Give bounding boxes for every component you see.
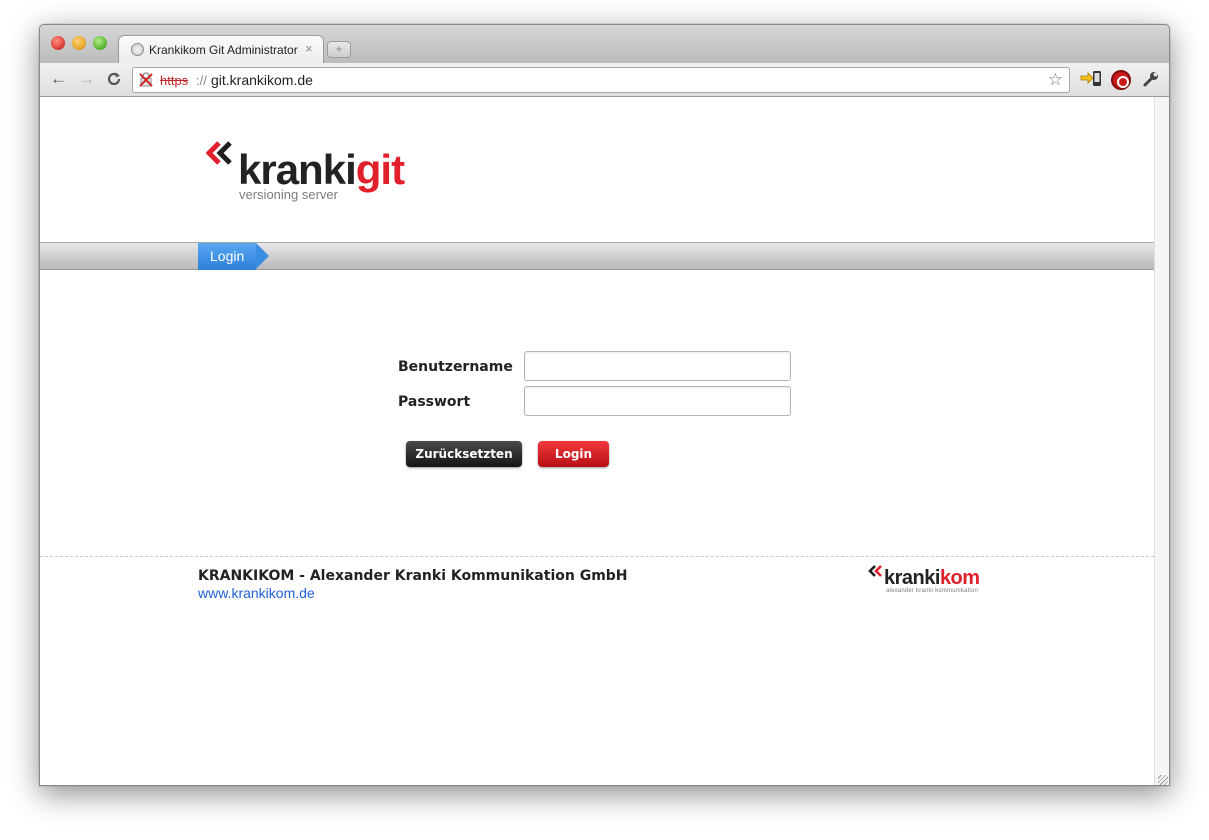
browser-toolbar: ← → https :// git.krankikom.de ☆ [40,63,1169,97]
username-label: Benutzername [398,359,513,375]
tab-title: Krankikom Git Administrator [149,43,298,57]
url-separator: :// [196,73,207,88]
double-chevron-icon [206,141,232,165]
forward-arrow-icon[interactable]: → [78,68,95,90]
footer-logo-wordmark: krankikom [884,568,980,588]
footer-logo-word-main: kranki [884,567,940,589]
extension-arrow-icon[interactable] [1080,68,1102,95]
bookmark-star-icon[interactable]: ☆ [1048,70,1063,90]
broken-lock-icon [139,72,153,90]
logo-subtitle: versioning server [239,187,338,202]
url-host: git.krankikom.de [211,72,313,88]
login-button[interactable]: Login [538,441,609,467]
password-input[interactable] [524,386,791,416]
main-navbar: Login [40,242,1154,270]
reset-button[interactable]: Zurücksetzten [406,441,522,467]
window-close-button[interactable] [51,36,65,50]
wrench-icon[interactable] [1142,68,1160,94]
footer-logo-word-accent: kom [939,567,980,589]
adblock-stop-icon[interactable] [1111,70,1131,90]
vertical-scrollbar[interactable] [1154,97,1169,785]
page-content: krankigit versioning server Login Benutz… [40,97,1154,785]
footer-divider [40,556,1154,557]
footer-logo-subtitle: alexander kranki kommunikation [886,588,979,594]
username-input[interactable] [524,351,791,381]
krankigit-logo[interactable]: krankigit versioning server [206,141,436,211]
back-arrow-icon[interactable]: ← [50,68,67,90]
browser-tab[interactable]: Krankikom Git Administrator × [118,35,324,64]
password-label: Passwort [398,394,471,410]
logo-word-main: kranki [238,146,357,193]
address-bar[interactable]: https :// git.krankikom.de ☆ [132,67,1070,93]
browser-window: Krankikom Git Administrator × + ← → http… [39,24,1170,786]
nav-item-login[interactable]: Login [198,243,269,270]
footer-website-link[interactable]: www.krankikom.de [198,585,315,601]
tab-strip: Krankikom Git Administrator × + [40,25,1169,64]
tab-close-icon[interactable]: × [305,41,313,56]
resize-grip-icon[interactable] [1158,775,1168,785]
globe-icon [131,43,144,56]
new-tab-button[interactable]: + [327,41,351,58]
footer-company-name: KRANKIKOM - Alexander Kranki Kommunikati… [198,568,628,584]
window-minimize-button[interactable] [72,36,86,50]
window-zoom-button[interactable] [93,36,107,50]
url-scheme: https [160,73,189,88]
reload-icon[interactable] [106,68,122,92]
krankikom-logo[interactable]: krankikom alexander kranki kommunikation [868,565,1008,601]
logo-word-accent: git [355,146,405,193]
logo-wordmark: krankigit [238,146,405,193]
